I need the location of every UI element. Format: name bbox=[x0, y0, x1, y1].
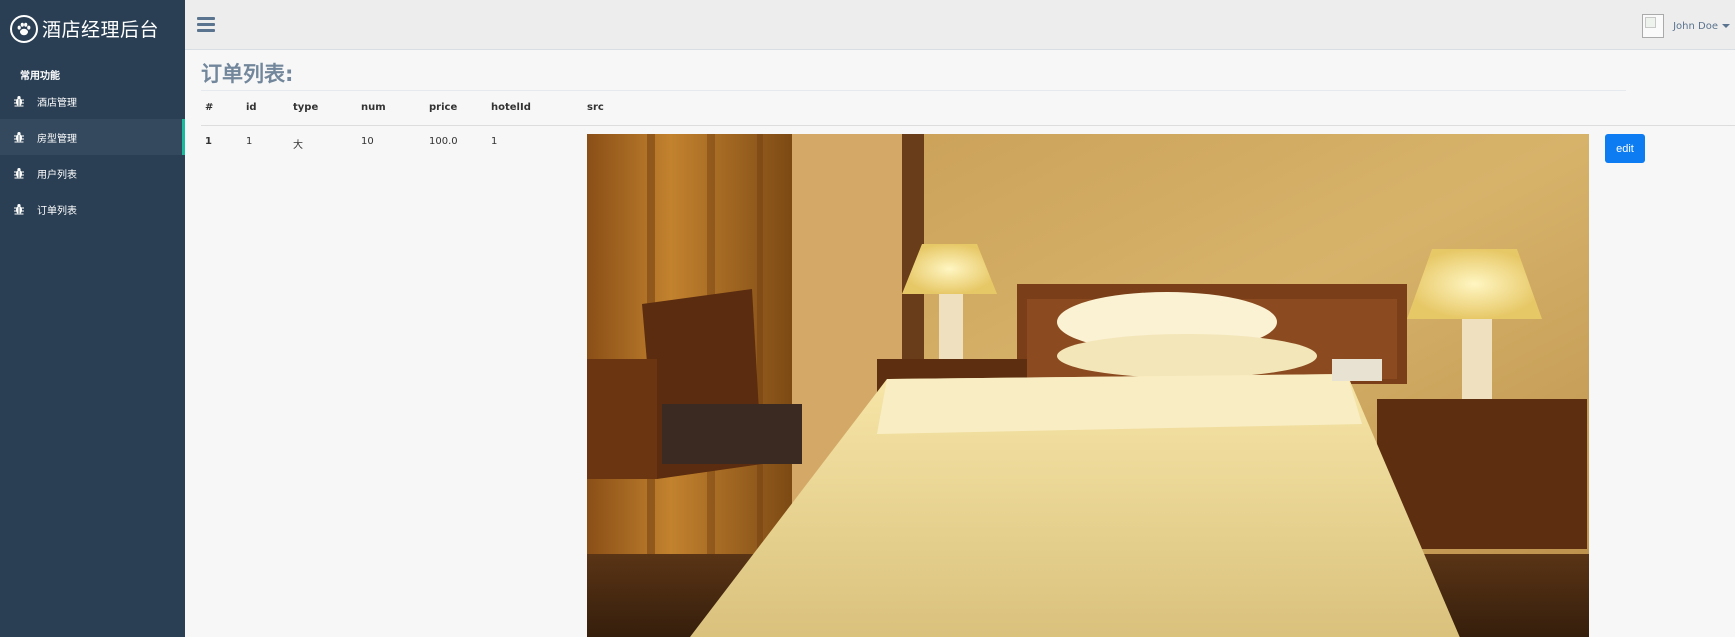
sidebar-item-label: 订单列表 bbox=[37, 205, 77, 217]
brand-title: 酒店经理后台 bbox=[42, 19, 160, 41]
caret-down-icon bbox=[1722, 24, 1730, 28]
avatar bbox=[1642, 14, 1665, 38]
sidebar-item-label: 用户列表 bbox=[37, 169, 77, 181]
sidebar-item-order-list[interactable]: 订单列表 bbox=[0, 191, 185, 227]
edit-button[interactable]: edit bbox=[1605, 133, 1645, 163]
main-content: 订单列表: # id type num price hotelId src 1 bbox=[185, 51, 1735, 637]
sidebar-item-user-list[interactable]: 用户列表 bbox=[0, 155, 185, 191]
column-header-num: num bbox=[357, 91, 425, 126]
cell-num: 10 bbox=[361, 135, 374, 147]
top-navbar: John Doe bbox=[185, 0, 1735, 50]
cell-price: 100.0 bbox=[429, 135, 458, 147]
hamburger-icon[interactable] bbox=[197, 17, 215, 32]
sidebar-item-hotel-management[interactable]: 酒店管理 bbox=[0, 83, 185, 119]
cell-type: 大 bbox=[293, 139, 303, 151]
paw-icon bbox=[10, 14, 38, 43]
page-title: 订单列表: bbox=[201, 62, 294, 86]
bug-icon bbox=[13, 167, 25, 179]
table-header-row: # id type num price hotelId src bbox=[201, 91, 1735, 126]
cell-id: 1 bbox=[246, 135, 253, 147]
user-menu[interactable]: John Doe bbox=[1642, 14, 1730, 38]
column-header-id: id bbox=[242, 91, 289, 126]
menu-section-title: 常用功能 bbox=[20, 71, 60, 82]
column-header-type: type bbox=[289, 91, 357, 126]
sidebar-item-label: 酒店管理 bbox=[37, 97, 77, 109]
sidebar-item-room-type-management[interactable]: 房型管理 bbox=[0, 119, 185, 155]
bug-icon bbox=[13, 203, 25, 215]
brand[interactable]: 酒店经理后台 bbox=[0, 0, 185, 57]
user-name: John Doe bbox=[1673, 20, 1718, 32]
bug-icon bbox=[13, 95, 25, 107]
orders-table: # id type num price hotelId src 1 1 大 10… bbox=[201, 91, 1735, 637]
column-header-action bbox=[1601, 91, 1735, 126]
cell-action: edit bbox=[1601, 125, 1735, 637]
column-header-src: src bbox=[583, 91, 1601, 126]
cell-hotel-id: 1 bbox=[491, 135, 498, 147]
cell-index: 1 bbox=[205, 135, 212, 147]
sidebar-item-label: 房型管理 bbox=[37, 133, 77, 145]
column-header-hotel-id: hotelId bbox=[487, 91, 583, 126]
sidebar: 酒店经理后台 常用功能 酒店管理 房型管理 用户列表 订单列表 bbox=[0, 0, 185, 637]
cell-src bbox=[583, 125, 1601, 637]
table-row: 1 1 大 10 100.0 1 edit bbox=[201, 125, 1735, 637]
column-header-index: # bbox=[201, 91, 242, 126]
room-photo bbox=[587, 133, 1589, 637]
column-header-price: price bbox=[425, 91, 487, 126]
app-root: 酒店经理后台 常用功能 酒店管理 房型管理 用户列表 订单列表 John Doe… bbox=[0, 0, 1735, 637]
bug-icon bbox=[13, 131, 25, 143]
